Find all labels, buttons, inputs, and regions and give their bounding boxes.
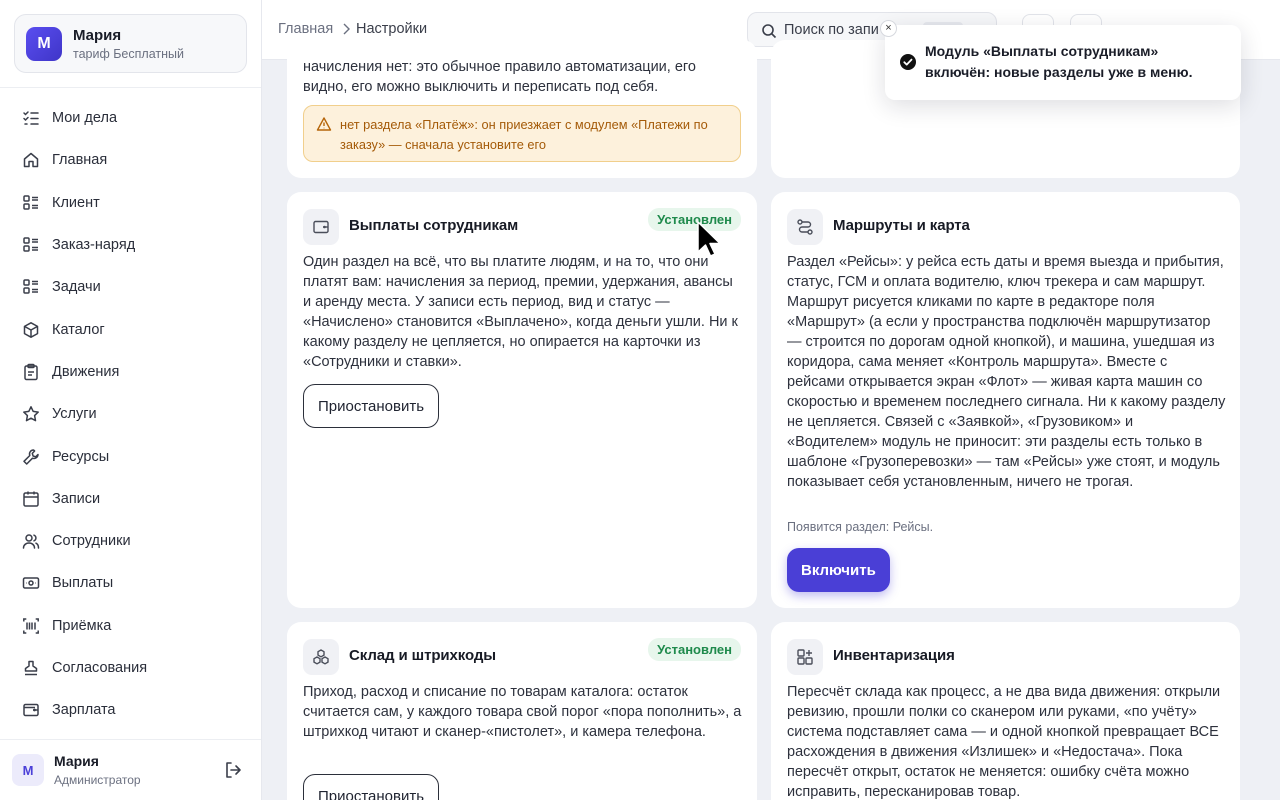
sidebar-item-salary[interactable]: Зарплата: [0, 689, 261, 731]
suspend-button[interactable]: Приостановить: [303, 774, 440, 800]
sidebar-nav: Мои дела Главная Клиент Заказ-наряд Зада…: [0, 97, 261, 731]
module-description: Приход, расход и списание по товарам кат…: [303, 684, 742, 740]
checklist-icon: [23, 111, 39, 125]
breadcrumb-home[interactable]: Главная: [278, 21, 333, 37]
sidebar-item-approvals[interactable]: Согласования: [0, 647, 261, 689]
module-icon: [303, 209, 339, 245]
account-avatar: М: [26, 27, 62, 61]
warning-text: нет раздела «Платёж»: он приезжает с мод…: [340, 117, 708, 152]
stamp-icon: [24, 660, 38, 676]
sidebar-item-label: Записи: [52, 490, 101, 507]
sidebar-item-label: Мои дела: [52, 110, 118, 127]
boxes-icon: [313, 649, 329, 665]
toast-notification: Модуль «Выплаты сотрудникам» включён: но…: [885, 25, 1241, 100]
clipboard-icon: [24, 363, 38, 381]
sidebar-item-movements[interactable]: Движения: [0, 351, 261, 393]
sidebar-item-catalog[interactable]: Каталог: [0, 308, 261, 350]
module-icon: [787, 639, 823, 675]
account-switcher[interactable]: М Мария тариф Бесплатный: [14, 14, 247, 73]
close-icon[interactable]: ×: [880, 20, 897, 37]
sidebar-item-services[interactable]: Услуги: [0, 393, 261, 435]
user-role: Администратор: [54, 773, 141, 787]
sidebar-item-label: Главная: [52, 152, 108, 169]
wallet-icon: [313, 220, 329, 234]
sidebar-item-label: Заказ-наряд: [52, 237, 136, 254]
list-icon: [23, 279, 38, 295]
sidebar-item-label: Клиент: [52, 194, 100, 211]
list-icon: [23, 237, 38, 252]
sidebar-item-resources[interactable]: Ресурсы: [0, 435, 261, 477]
sidebar-item-home[interactable]: Главная: [0, 139, 261, 181]
module-card-warehouse: Склад и штрихкоды Установлен Приход, рас…: [287, 622, 757, 800]
sidebar-item-label: Выплаты: [52, 575, 114, 592]
module-card-inventory: Инвентаризация Пересчёт склада как проце…: [771, 622, 1240, 800]
cube-icon: [23, 321, 39, 338]
sidebar-item-label: Услуги: [52, 406, 97, 423]
users-icon: [22, 534, 40, 549]
module-title: Выплаты сотрудникам: [349, 217, 519, 234]
sidebar: М Мария тариф Бесплатный Мои дела Главна…: [0, 0, 262, 800]
avatar[interactable]: М: [12, 754, 44, 786]
grid-plus-icon: [797, 649, 813, 665]
module-hint: Появится раздел: Рейсы.: [787, 520, 934, 534]
module-description: Раздел «Рейсы»: у рейса есть даты и врем…: [787, 254, 1226, 490]
sidebar-item-label: Зарплата: [52, 702, 116, 719]
module-title: Инвентаризация: [833, 647, 955, 664]
sidebar-item-tasks[interactable]: Задачи: [0, 266, 261, 308]
sidebar-item-my-tasks[interactable]: Мои дела: [0, 97, 261, 139]
account-plan: тариф Бесплатный: [73, 47, 184, 61]
sidebar-item-label: Согласования: [52, 660, 148, 676]
module-description: Пересчёт склада как процесс, а не два ви…: [787, 684, 1221, 800]
sidebar-item-acceptance[interactable]: Приёмка: [0, 605, 261, 647]
sidebar-item-label: Задачи: [52, 279, 101, 296]
check-circle-icon: [900, 54, 916, 70]
logout-icon[interactable]: [223, 760, 243, 780]
enable-button[interactable]: Включить: [787, 548, 890, 592]
calendar-icon: [23, 491, 39, 507]
status-badge: Установлен: [648, 638, 741, 661]
sidebar-item-client[interactable]: Клиент: [0, 182, 261, 224]
divider: [0, 87, 261, 88]
module-icon: [303, 639, 339, 675]
module-card-routes: Маршруты и карта Раздел «Рейсы»: у рейса…: [771, 192, 1240, 608]
sidebar-item-label: Ресурсы: [52, 448, 110, 465]
status-badge: Установлен: [648, 208, 741, 231]
wallet-icon: [23, 704, 39, 717]
sidebar-item-employees[interactable]: Сотрудники: [0, 520, 261, 562]
user-name: Мария: [54, 753, 99, 769]
chevron-right-icon: [343, 23, 350, 35]
account-name: Мария: [73, 27, 122, 44]
sidebar-item-label: Каталог: [52, 321, 105, 338]
sidebar-item-work-order[interactable]: Заказ-наряд: [0, 224, 261, 266]
route-icon: [797, 219, 813, 235]
module-title: Маршруты и карта: [833, 217, 970, 234]
breadcrumb-current: Настройки: [356, 21, 428, 37]
sidebar-item-label: Приёмка: [52, 617, 112, 634]
toast-message: Модуль «Выплаты сотрудникам» включён: но…: [925, 43, 1193, 80]
module-icon: [787, 209, 823, 245]
sidebar-item-payouts[interactable]: Выплаты: [0, 562, 261, 604]
module-card-payouts: Выплаты сотрудникам Установлен Один разд…: [287, 192, 757, 608]
search-input[interactable]: [784, 19, 884, 41]
suspend-button[interactable]: Приостановить: [303, 384, 440, 428]
sidebar-item-label: Сотрудники: [52, 533, 131, 550]
module-description: начисления нет: это обычное правило авто…: [303, 59, 696, 95]
wrench-icon: [23, 448, 39, 465]
divider: [0, 739, 261, 740]
warning-icon: [316, 117, 332, 131]
dependency-warning: нет раздела «Платёж»: он приезжает с мод…: [303, 105, 741, 162]
barcode-icon: [23, 617, 39, 634]
search-icon: [762, 24, 777, 39]
module-title: Склад и штрихкоды: [349, 647, 496, 664]
banknote-icon: [22, 577, 40, 590]
sidebar-item-label: Движения: [52, 363, 120, 380]
star-icon: [23, 406, 39, 422]
list-icon: [23, 194, 38, 210]
home-icon: [23, 153, 39, 168]
sidebar-item-records[interactable]: Записи: [0, 478, 261, 520]
module-description: Один раздел на всё, что вы платите людям…: [303, 254, 738, 370]
module-card-automation: начисления нет: это обычное правило авто…: [287, 40, 757, 178]
